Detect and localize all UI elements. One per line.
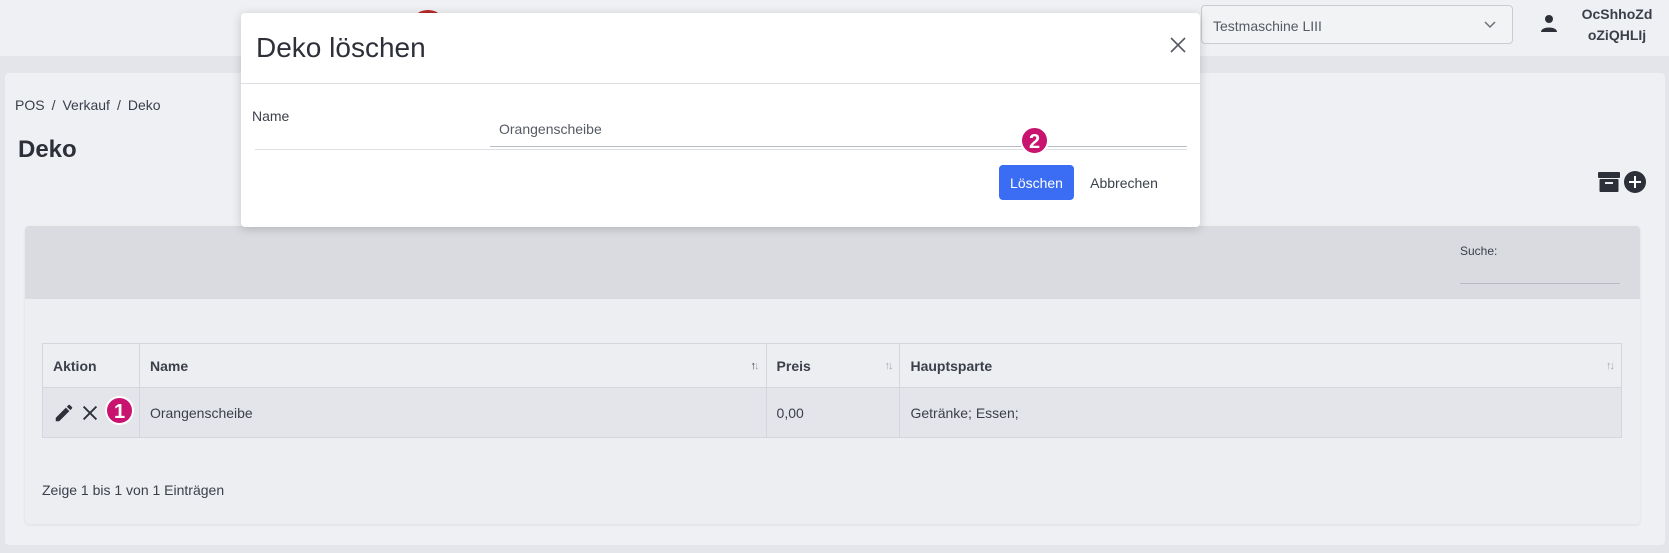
breadcrumb-pos[interactable]: POS [15,97,45,113]
machine-select[interactable]: Testmaschine LIII [1201,5,1513,44]
dialog-title: Deko löschen [256,32,426,63]
row-division: Getränke; Essen; [899,387,1622,438]
step-marker-2: 2 [1020,126,1049,155]
column-header-aktion: Aktion [42,343,140,388]
table-row: Orangenscheibe 0,00 Getränke; Essen; [42,387,1622,438]
page-title: Deko [18,136,77,163]
row-name: Orangenscheibe [138,387,767,438]
close-icon[interactable] [1168,35,1188,55]
chevron-down-icon [1484,21,1496,29]
column-header-preis[interactable]: Preis ↑↓ [765,343,901,388]
machine-select-value: Testmaschine LIII [1213,18,1322,34]
user-name[interactable]: OcShhoZd oZiQHLIj [1565,4,1669,46]
sort-icon: ↑↓ [884,360,893,372]
table-card-header [25,226,1640,299]
delete-button[interactable]: Löschen [999,165,1074,200]
row-price: 0,00 [765,387,901,438]
add-icon[interactable] [1624,171,1646,193]
sort-icon: ↑↓ [750,360,760,372]
close-icon[interactable] [79,402,101,424]
deko-table: Aktion Name ↑↓ Preis ↑↓ Hauptsparte ↑↓ Oran… [42,343,1622,438]
user-icon[interactable] [1541,14,1557,32]
dialog-footer-divider [255,149,1187,150]
entries-info: Zeige 1 bis 1 von 1 Einträgen [42,482,225,498]
breadcrumb: POS / Verkauf / Deko [15,97,161,113]
table-header-row: Aktion Name ↑↓ Preis ↑↓ Hauptsparte ↑↓ [42,343,1622,388]
column-header-name[interactable]: Name ↑↓ [138,343,767,388]
user-name-line2: oZiQHLIj [1587,27,1647,43]
name-label: Name [252,108,290,124]
breadcrumb-deko: Deko [127,97,161,113]
sort-icon: ↑↓ [1606,360,1615,372]
archive-icon[interactable] [1598,172,1620,192]
name-field[interactable] [490,111,1187,147]
user-name-line1: OcShhoZd [1581,6,1653,22]
breadcrumb-verkauf[interactable]: Verkauf [62,97,109,113]
delete-dialog: Deko löschen Name Löschen Abbrechen [241,13,1200,227]
cancel-button[interactable]: Abbrechen [1084,165,1164,200]
search-label: Suche: [1460,244,1498,258]
search-input[interactable] [1460,262,1620,284]
step-marker-1: 1 [105,396,134,425]
column-header-hauptsparte[interactable]: Hauptsparte ↑↓ [899,343,1622,388]
dialog-divider [241,83,1200,84]
pencil-icon[interactable] [53,402,75,424]
